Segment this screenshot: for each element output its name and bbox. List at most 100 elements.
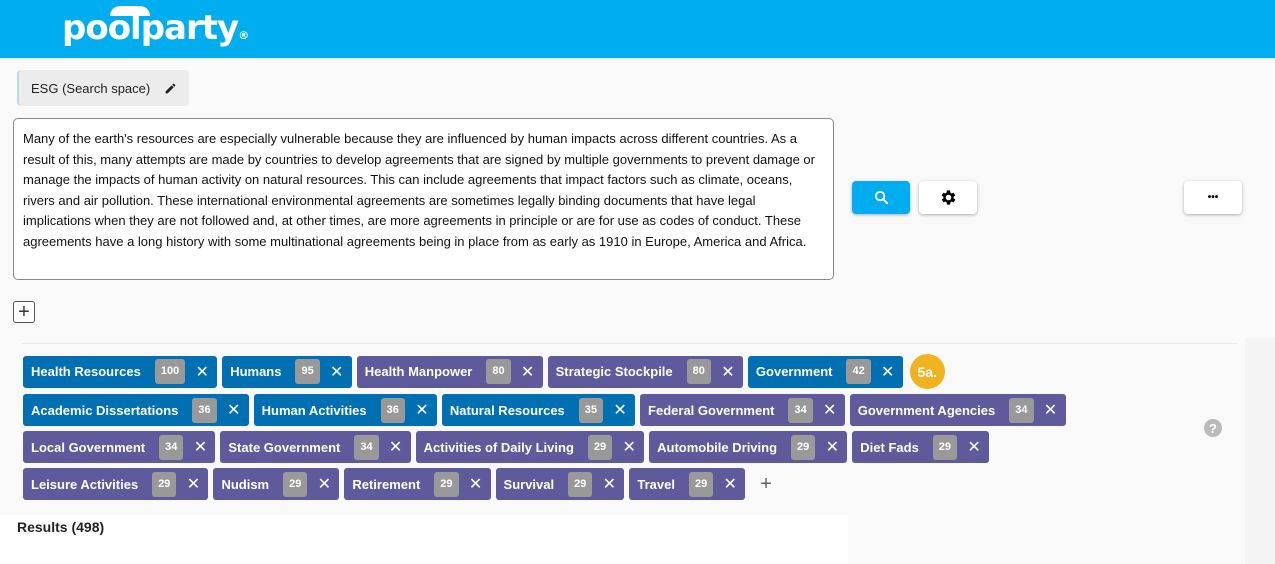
chip-label: Leisure Activities	[31, 476, 139, 492]
chip-count: 80	[486, 359, 511, 384]
close-icon[interactable]: ✕	[328, 362, 346, 382]
more-horizontal-icon: •••	[1207, 192, 1219, 203]
concept-chip[interactable]: Retirement 29 ✕	[344, 468, 491, 500]
query-textarea[interactable]	[13, 118, 834, 280]
chip-count: 34	[354, 434, 379, 460]
logo-registered: ®	[238, 29, 249, 42]
close-icon[interactable]: ✕	[225, 400, 243, 420]
chip-label: Diet Fads	[860, 439, 919, 455]
close-icon[interactable]: ✕	[821, 400, 839, 420]
search-space-label: ESG (Search space)	[31, 80, 151, 96]
chip-count: 35	[578, 397, 604, 423]
settings-button[interactable]	[919, 181, 977, 214]
close-icon[interactable]: ✕	[879, 362, 897, 382]
concept-chip[interactable]: Government 42 ✕	[747, 355, 903, 388]
concept-chip[interactable]: Natural Resources 35 ✕	[441, 394, 636, 426]
more-button[interactable]: •••	[1184, 181, 1242, 214]
chip-label: Health Resources	[31, 364, 141, 379]
chip-label: Retirement	[352, 476, 421, 492]
concept-chip[interactable]: Federal Government 34 ✕	[640, 394, 845, 426]
chip-count: 29	[283, 471, 308, 497]
results-area	[0, 515, 848, 564]
tag-row: Leisure Activities 29 ✕ Nudism 29 ✕ Retirement…	[23, 468, 1066, 500]
close-icon[interactable]: ✕	[611, 400, 629, 420]
tag-row: Academic Dissertations 36 ✕ Human Activitie…	[23, 394, 1066, 426]
chip-label: Government Agencies	[857, 402, 996, 418]
chip-count: 34	[159, 434, 184, 460]
close-icon[interactable]: ✕	[413, 400, 431, 420]
tag-row: Health Resources 100 ✕ Humans 95 ✕ Health Manp…	[23, 354, 1066, 389]
tag-row: Local Government 34 ✕ State Government 34 ✕ Ac…	[23, 431, 1066, 463]
close-icon[interactable]: ✕	[719, 362, 737, 382]
close-icon[interactable]: ✕	[823, 437, 841, 457]
chip-label: Survival	[503, 476, 555, 492]
chip-label: State Government	[228, 439, 341, 455]
chip-label: Humans	[230, 364, 282, 379]
chip-count: 36	[380, 397, 405, 423]
chip-label: Academic Dissertations	[31, 402, 179, 418]
close-icon[interactable]: ✕	[184, 474, 202, 494]
close-icon[interactable]: ✕	[519, 362, 537, 382]
plus-icon: +	[18, 300, 30, 323]
chip-label: Nudism	[221, 476, 270, 492]
concept-chip[interactable]: Nudism 29 ✕	[213, 468, 340, 500]
concept-chip[interactable]: Human Activities 36 ✕	[253, 394, 437, 426]
poolparty-logo[interactable]: poolparty®	[62, 8, 249, 48]
chip-count: 29	[688, 471, 714, 497]
search-space-selector[interactable]: ESG (Search space)	[17, 70, 190, 106]
chip-label: Natural Resources	[449, 402, 565, 418]
chip-count: 34	[788, 397, 813, 423]
close-icon[interactable]: ✕	[965, 437, 983, 457]
chip-label: Federal Government	[648, 402, 775, 418]
concept-chip[interactable]: Leisure Activities 29 ✕	[23, 468, 209, 500]
concept-chip[interactable]: Automobile Driving 29 ✕	[649, 431, 848, 463]
concept-chip[interactable]: Health Resources 100 ✕	[23, 355, 218, 388]
step-badge: 5a.	[909, 354, 945, 389]
close-icon[interactable]: ✕	[193, 362, 211, 382]
chip-count: 95	[295, 359, 320, 384]
chip-count: 29	[932, 434, 958, 460]
concept-chip[interactable]: Academic Dissertations 36 ✕	[23, 394, 249, 426]
chip-label: Local Government	[31, 439, 146, 455]
chip-count: 42	[846, 359, 871, 384]
close-icon[interactable]: ✕	[600, 474, 618, 494]
help-icon[interactable]: ?	[1204, 419, 1222, 437]
close-icon[interactable]: ✕	[387, 437, 405, 457]
concept-chip[interactable]: Diet Fads 29 ✕	[852, 431, 990, 463]
concept-chip[interactable]: Travel 29 ✕	[629, 468, 746, 500]
results-count: Results (498)	[17, 519, 105, 535]
chip-count: 29	[568, 471, 593, 497]
concept-chip[interactable]: Strategic Stockpile 80 ✕	[547, 355, 743, 388]
search-button[interactable]	[852, 181, 910, 214]
concept-chip[interactable]: Government Agencies 34 ✕	[849, 394, 1066, 426]
chip-count: 36	[192, 397, 217, 423]
search-icon	[874, 190, 888, 205]
concept-chip[interactable]: Activities of Daily Living 29 ✕	[415, 431, 645, 463]
chip-count: 29	[791, 434, 816, 460]
logo-text: poolparty	[62, 8, 239, 48]
divider	[22, 343, 1237, 344]
close-icon[interactable]: ✕	[191, 437, 209, 457]
side-panel	[1245, 338, 1275, 564]
concept-chip[interactable]: Local Government 34 ✕	[23, 431, 216, 463]
close-icon[interactable]: ✕	[620, 437, 638, 457]
concept-chip[interactable]: State Government 34 ✕	[220, 431, 411, 463]
pencil-icon[interactable]	[164, 82, 177, 95]
chip-count: 80	[686, 359, 711, 384]
chip-label: Travel	[637, 476, 675, 492]
concept-chip[interactable]: Survival 29 ✕	[495, 468, 625, 500]
add-query-button[interactable]: +	[13, 301, 35, 323]
close-icon[interactable]: ✕	[315, 474, 333, 494]
chip-count: 29	[152, 471, 177, 497]
concept-tags: Health Resources 100 ✕ Humans 95 ✕ Health Manp…	[23, 354, 1066, 505]
chip-count: 34	[1009, 397, 1034, 423]
chip-count: 29	[587, 434, 613, 460]
add-tag-icon[interactable]: +	[760, 473, 772, 496]
gear-icon	[941, 190, 955, 205]
close-icon[interactable]: ✕	[721, 474, 739, 494]
close-icon[interactable]: ✕	[467, 474, 485, 494]
close-icon[interactable]: ✕	[1042, 400, 1060, 420]
concept-chip[interactable]: Health Manpower 80 ✕	[356, 355, 543, 388]
concept-chip[interactable]: Humans 95 ✕	[222, 355, 352, 388]
chip-label: Activities of Daily Living	[423, 439, 574, 455]
